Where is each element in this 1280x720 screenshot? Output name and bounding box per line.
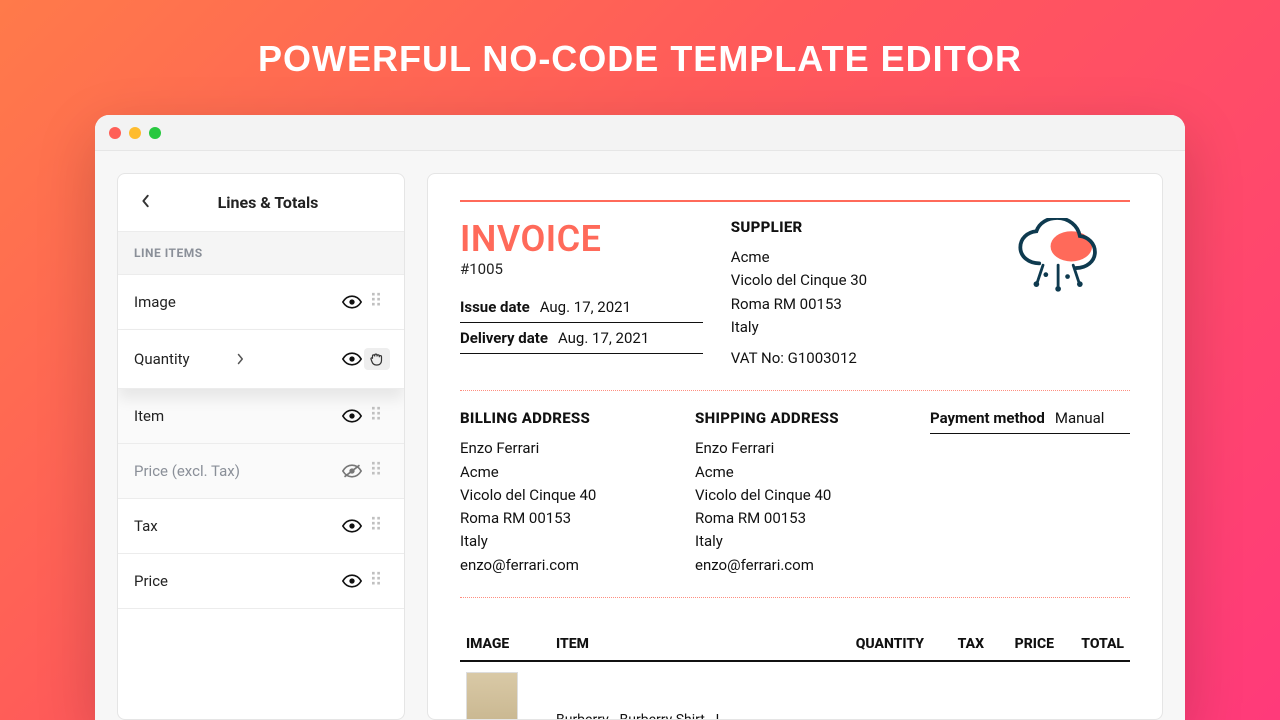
eye-icon (342, 409, 362, 423)
line-item-label: Price (excl. Tax) (134, 462, 340, 480)
line-item-label: Item (134, 407, 340, 425)
line-item-name: Burberry - Burberry Shirt - L (550, 661, 840, 720)
billing-street: Vicolo del Cinque 40 (460, 484, 667, 507)
billing-email: enzo@ferrari.com (460, 554, 667, 577)
col-image: IMAGE (460, 628, 550, 661)
line-item-item[interactable]: Item ⠿ (118, 389, 404, 444)
shipping-company: Acme (695, 461, 902, 484)
drag-handle[interactable] (364, 348, 390, 370)
supplier-city: Roma RM 00153 (731, 293, 962, 316)
sidebar-section-heading: LINE ITEMS (118, 232, 404, 275)
line-item-price-excl-tax[interactable]: Price (excl. Tax) ⠿ (118, 444, 404, 499)
col-item: ITEM (550, 628, 840, 661)
line-item-image[interactable]: Image ⠿ (118, 275, 404, 330)
app-window: Lines & Totals LINE ITEMS Image ⠿ Quanti… (95, 115, 1185, 720)
delivery-date-value: Aug. 17, 2021 (558, 329, 649, 347)
shipping-heading: SHIPPING ADDRESS (695, 409, 902, 427)
sidebar-title: Lines & Totals (170, 193, 366, 212)
eye-off-icon (342, 463, 362, 479)
grab-cursor-icon (368, 350, 386, 368)
line-item-label: Image (134, 293, 340, 311)
line-item-price[interactable]: Price ⠿ (118, 554, 404, 609)
col-total: TOTAL (1060, 628, 1130, 661)
delivery-date-label: Delivery date (460, 329, 548, 347)
line-item-tax[interactable]: Tax ⠿ (118, 499, 404, 554)
visibility-toggle[interactable] (340, 352, 364, 366)
visibility-toggle[interactable] (340, 519, 364, 533)
line-item-label: Quantity (134, 350, 229, 368)
shipping-country: Italy (695, 530, 902, 553)
supplier-street: Vicolo del Cinque 30 (731, 269, 962, 292)
line-item-label: Price (134, 572, 340, 590)
col-price: PRICE (990, 628, 1060, 661)
col-quantity: QUANTITY (840, 628, 930, 661)
eye-icon (342, 295, 362, 309)
marketing-headline: POWERFUL NO-CODE TEMPLATE EDITOR (0, 38, 1280, 80)
section-divider (460, 597, 1130, 598)
billing-name: Enzo Ferrari (460, 437, 667, 460)
chevron-right-icon (235, 353, 245, 365)
col-tax: TAX (930, 628, 990, 661)
brand-logo-icon (1010, 218, 1110, 303)
supplier-heading: SUPPLIER (731, 218, 962, 236)
invoice-number: #1005 (460, 260, 703, 278)
visibility-toggle[interactable] (340, 574, 364, 588)
back-button[interactable] (134, 188, 158, 217)
eye-icon (342, 352, 362, 366)
chevron-left-icon (140, 194, 152, 208)
eye-icon (342, 574, 362, 588)
shipping-street: Vicolo del Cinque 40 (695, 484, 902, 507)
visibility-toggle[interactable] (340, 409, 364, 423)
supplier-vat: VAT No: G1003012 (731, 347, 962, 370)
drag-handle[interactable]: ⠿ (364, 412, 390, 420)
shipping-name: Enzo Ferrari (695, 437, 902, 460)
invoice-preview: INVOICE #1005 Issue date Aug. 17, 2021 D… (427, 173, 1163, 720)
window-close-dot[interactable] (109, 127, 121, 139)
billing-heading: BILLING ADDRESS (460, 409, 667, 427)
line-item-label: Tax (134, 517, 340, 535)
billing-company: Acme (460, 461, 667, 484)
line-items-table: IMAGE ITEM QUANTITY TAX PRICE TOTAL Burb… (460, 628, 1130, 720)
expand-caret[interactable] (235, 350, 245, 369)
drag-handle[interactable]: ⠿ (364, 467, 390, 475)
invoice-heading: INVOICE (460, 218, 703, 260)
eye-icon (342, 519, 362, 533)
window-minimize-dot[interactable] (129, 127, 141, 139)
billing-city: Roma RM 00153 (460, 507, 667, 530)
section-divider (460, 390, 1130, 391)
visibility-toggle[interactable] (340, 463, 364, 479)
supplier-country: Italy (731, 316, 962, 339)
supplier-name: Acme (731, 246, 962, 269)
drag-handle[interactable]: ⠿ (364, 298, 390, 306)
table-row: Burberry - Burberry Shirt - L (460, 661, 1130, 720)
sidebar-panel: Lines & Totals LINE ITEMS Image ⠿ Quanti… (117, 173, 405, 720)
top-rule (460, 200, 1130, 202)
product-thumbnail (466, 672, 518, 720)
issue-date-label: Issue date (460, 298, 530, 316)
visibility-toggle[interactable] (340, 295, 364, 309)
shipping-email: enzo@ferrari.com (695, 554, 902, 577)
drag-handle[interactable]: ⠿ (364, 577, 390, 585)
drag-handle[interactable]: ⠿ (364, 522, 390, 530)
shipping-city: Roma RM 00153 (695, 507, 902, 530)
issue-date-value: Aug. 17, 2021 (540, 298, 631, 316)
line-item-quantity[interactable]: Quantity (118, 330, 404, 389)
payment-method-value: Manual (1055, 409, 1105, 427)
billing-country: Italy (460, 530, 667, 553)
window-zoom-dot[interactable] (149, 127, 161, 139)
payment-method-label: Payment method (930, 409, 1045, 427)
window-titlebar (95, 115, 1185, 151)
